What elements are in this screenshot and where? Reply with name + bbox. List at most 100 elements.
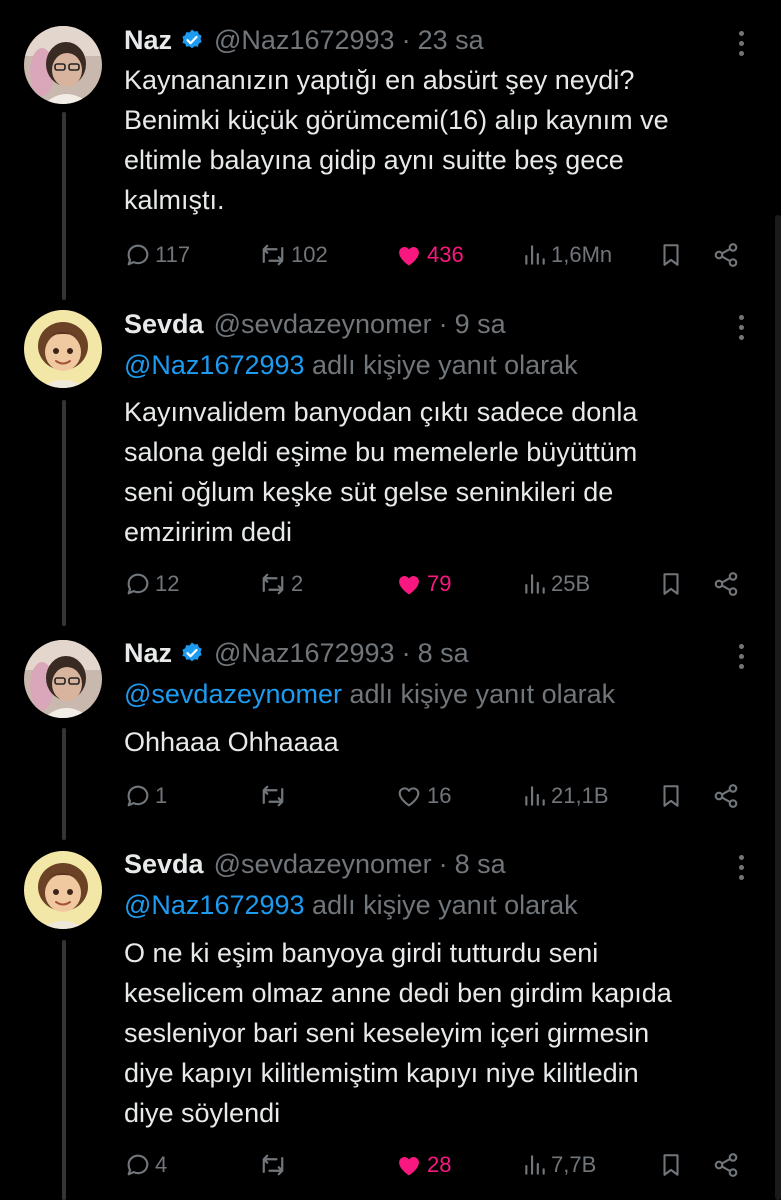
tweet-text-line: O ne ki eşim banyoya girdi tutturdu seni bbox=[124, 938, 599, 968]
thread-line bbox=[62, 728, 66, 840]
thread-line bbox=[62, 400, 66, 626]
share-nodes-icon bbox=[714, 243, 738, 267]
reply-button[interactable]: 12 bbox=[124, 564, 179, 604]
like-button[interactable]: 436 bbox=[394, 235, 464, 275]
tweet-text-line: seni oğlum keşke süt gelse seninkileri d… bbox=[124, 477, 614, 507]
tweet-text-line: Benimki küçük görümcemi(16) alıp kaynım … bbox=[124, 105, 669, 135]
timestamp[interactable]: 8 sa bbox=[455, 849, 506, 880]
retweet-button[interactable]: 102 bbox=[258, 235, 328, 275]
bookmark-button[interactable] bbox=[658, 776, 684, 816]
like-count: 436 bbox=[427, 242, 464, 267]
reply-context-text: adlı kişiye yanıt olarak bbox=[342, 679, 616, 709]
author-name[interactable]: Naz bbox=[124, 25, 172, 56]
reply-context: @sevdazeynomer adlı kişiye yanıt olarak bbox=[124, 679, 615, 710]
retweet-button[interactable] bbox=[258, 776, 288, 816]
author-handle[interactable]: @Naz1672993 bbox=[214, 25, 395, 56]
like-count: 79 bbox=[427, 571, 452, 596]
bookmark-icon bbox=[663, 1154, 679, 1176]
reply-count: 1 bbox=[155, 783, 168, 808]
author-handle[interactable]: @sevdazeynomer bbox=[214, 849, 432, 880]
retweet-arrows-icon bbox=[262, 1154, 284, 1176]
avatar-naz-image bbox=[24, 26, 102, 104]
reply-button[interactable]: 4 bbox=[124, 1145, 167, 1185]
author-name[interactable]: Sevda bbox=[124, 849, 204, 880]
speech-bubble-icon bbox=[127, 573, 149, 595]
bookmark-button[interactable] bbox=[658, 564, 684, 604]
tweet-text: O ne ki eşim banyoya girdi tutturdu seni… bbox=[124, 933, 744, 1133]
tweet-text-line: sesleniyor bari seni keseleyim içeri gir… bbox=[124, 1018, 650, 1048]
share-button[interactable] bbox=[712, 564, 740, 604]
reply-button[interactable]: 1 bbox=[124, 776, 167, 816]
like-count: 16 bbox=[427, 783, 452, 808]
tweet-text-line: kalmıştı. bbox=[124, 185, 225, 215]
like-button[interactable]: 79 bbox=[394, 564, 451, 604]
author-handle[interactable]: @sevdazeynomer bbox=[214, 309, 432, 340]
more-options-icon[interactable] bbox=[729, 312, 753, 342]
views-button[interactable]: 25B bbox=[522, 564, 590, 604]
views-count: 7,7B bbox=[551, 1152, 597, 1177]
avatar-naz-image bbox=[24, 640, 102, 718]
views-button[interactable]: 21,1B bbox=[522, 776, 609, 816]
timestamp[interactable]: 8 sa bbox=[418, 638, 469, 669]
author-handle[interactable]: @Naz1672993 bbox=[214, 638, 395, 669]
reply-count: 4 bbox=[155, 1152, 168, 1177]
reply-context-text: adlı kişiye yanıt olarak bbox=[304, 350, 578, 380]
speech-bubble-icon bbox=[127, 785, 149, 807]
author-name[interactable]: Naz bbox=[124, 638, 172, 669]
retweet-count: 2 bbox=[291, 571, 304, 596]
reply-context: @Naz1672993 adlı kişiye yanıt olarak bbox=[124, 890, 578, 921]
like-button[interactable]: 16 bbox=[394, 776, 451, 816]
bar-chart-icon bbox=[525, 1155, 545, 1175]
avatar-sevda-image bbox=[24, 851, 102, 929]
bookmark-button[interactable] bbox=[658, 1145, 684, 1185]
action-bar: 4 28 7,7B bbox=[124, 1145, 751, 1185]
tweet-text-line: salona geldi eşime bu memelerle büyüttüm bbox=[124, 437, 638, 467]
reply-mention-link[interactable]: @Naz1672993 bbox=[124, 350, 305, 380]
share-button[interactable] bbox=[712, 235, 740, 275]
retweet-arrows-icon bbox=[262, 573, 284, 595]
views-button[interactable]: 1,6Mn bbox=[522, 235, 612, 275]
reply-count: 12 bbox=[155, 571, 180, 596]
share-nodes-icon bbox=[714, 1153, 738, 1177]
bookmark-icon bbox=[663, 573, 679, 595]
views-button[interactable]: 7,7B bbox=[522, 1145, 596, 1185]
tweet-text-line: Kaynananızın yaptığı en absürt şey neydi… bbox=[124, 65, 635, 95]
reply-context: @Naz1672993 adlı kişiye yanıt olarak bbox=[124, 350, 578, 381]
retweet-button[interactable] bbox=[258, 1145, 288, 1185]
tweet-text-line: Ohhaaa Ohhaaaa bbox=[124, 727, 339, 757]
more-options-icon[interactable] bbox=[729, 641, 753, 671]
scrollbar[interactable] bbox=[775, 215, 781, 1200]
share-button[interactable] bbox=[712, 1145, 740, 1185]
bar-chart-icon bbox=[525, 574, 545, 594]
views-count: 25B bbox=[551, 571, 591, 596]
avatar[interactable] bbox=[24, 310, 102, 388]
more-options-icon[interactable] bbox=[729, 852, 753, 882]
timestamp[interactable]: 9 sa bbox=[455, 309, 506, 340]
share-nodes-icon bbox=[714, 572, 738, 596]
views-count: 1,6Mn bbox=[551, 242, 613, 267]
share-nodes-icon bbox=[714, 784, 738, 808]
more-options-icon[interactable] bbox=[729, 28, 753, 58]
share-button[interactable] bbox=[712, 776, 740, 816]
avatar[interactable] bbox=[24, 26, 102, 104]
verified-badge-icon bbox=[180, 28, 204, 52]
reply-button[interactable]: 117 bbox=[124, 235, 190, 275]
heart-icon bbox=[398, 787, 420, 807]
tweet-text-line: keselicem olmaz anne dedi ben girdim kap… bbox=[124, 978, 672, 1008]
reply-mention-link[interactable]: @sevdazeynomer bbox=[124, 679, 342, 709]
bookmark-icon bbox=[663, 244, 679, 266]
tweet-text: Kayınvalidem banyodan çıktı sadece donla… bbox=[124, 392, 744, 552]
retweet-count: 102 bbox=[291, 242, 328, 267]
reply-mention-link[interactable]: @Naz1672993 bbox=[124, 890, 305, 920]
bookmark-button[interactable] bbox=[658, 235, 684, 275]
separator-dot: · bbox=[401, 637, 411, 668]
avatar[interactable] bbox=[24, 851, 102, 929]
like-button[interactable]: 28 bbox=[394, 1145, 451, 1185]
tweet-text: Ohhaaa Ohhaaaa bbox=[124, 722, 744, 762]
avatar[interactable] bbox=[24, 640, 102, 718]
author-name[interactable]: Sevda bbox=[124, 309, 204, 340]
timestamp[interactable]: 23 sa bbox=[418, 25, 484, 56]
retweet-button[interactable]: 2 bbox=[258, 564, 303, 604]
separator-dot: · bbox=[438, 848, 448, 879]
bar-chart-icon bbox=[525, 245, 545, 265]
